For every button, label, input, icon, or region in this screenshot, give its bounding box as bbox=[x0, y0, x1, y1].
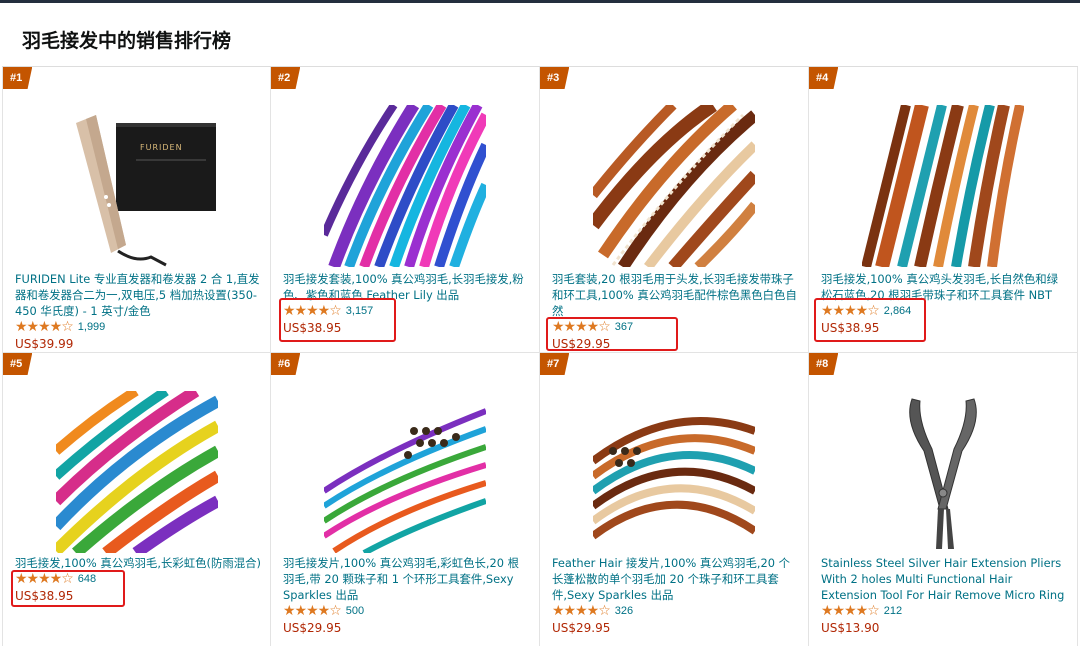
product-image-feathers-beads[interactable] bbox=[324, 391, 486, 553]
price: US$13.90 bbox=[821, 621, 880, 635]
product-title-link[interactable]: 羽毛套装,20 根羽毛用于头发,长羽毛接发带珠子和环工具,100% 真公鸡羽毛配… bbox=[552, 271, 798, 319]
product-image-feathers[interactable] bbox=[862, 105, 1024, 267]
price: US$39.99 bbox=[15, 337, 74, 351]
price: US$29.95 bbox=[283, 621, 342, 635]
product-card[interactable]: #6 羽毛接发片,100% 真公鸡羽毛,彩虹色长,20 根羽毛,带 20 颗珠子… bbox=[271, 353, 540, 646]
star-rating-icon: ★★★★☆ bbox=[15, 319, 74, 335]
rank-badge: #7 bbox=[540, 353, 570, 375]
review-count[interactable]: 500 bbox=[346, 605, 364, 617]
review-count[interactable]: 212 bbox=[884, 605, 902, 617]
highlight-box bbox=[814, 298, 926, 342]
review-count[interactable]: 326 bbox=[615, 605, 633, 617]
product-card[interactable]: #3 羽毛套装,20 根羽毛用于头发,长羽毛接发带珠子和环工具,100% 真公鸡… bbox=[540, 67, 809, 353]
product-title-link[interactable]: Stainless Steel Silver Hair Extension Pl… bbox=[821, 555, 1067, 603]
rank-badge: #2 bbox=[271, 67, 301, 89]
product-image-feathers[interactable] bbox=[55, 391, 218, 553]
product-title-link[interactable]: Feather Hair 接发片,100% 真公鸡羽毛,20 个长蓬松散的单个羽… bbox=[552, 555, 798, 603]
rank-badge: #8 bbox=[809, 353, 839, 375]
rank-badge: #3 bbox=[540, 67, 570, 89]
product-card[interactable]: #8 Stainless Steel Silver Hair Extension… bbox=[809, 353, 1078, 646]
rating[interactable]: ★★★★☆ 1,999 bbox=[15, 319, 105, 335]
price: US$29.95 bbox=[552, 621, 611, 635]
product-card[interactable]: #1 FURIDEN FURIDEN Lite 专业直发器和卷发器 2 合 1,… bbox=[2, 67, 271, 353]
star-rating-icon: ★★★★☆ bbox=[821, 603, 880, 619]
review-count[interactable]: 1,999 bbox=[78, 321, 106, 333]
product-card[interactable]: #7 Feather Hair 接发片,100% 真公鸡羽毛,20 个长蓬松散的… bbox=[540, 353, 809, 646]
rank-badge: #5 bbox=[3, 353, 33, 375]
rating[interactable]: ★★★★☆ 500 bbox=[283, 603, 364, 619]
highlight-box bbox=[11, 570, 125, 607]
rank-badge: #4 bbox=[809, 67, 839, 89]
product-grid: #1 FURIDEN FURIDEN Lite 专业直发器和卷发器 2 合 1,… bbox=[2, 66, 1078, 646]
product-image-feathers[interactable] bbox=[324, 105, 486, 267]
rating[interactable]: ★★★★☆ 212 bbox=[821, 603, 902, 619]
product-image-flat-iron[interactable]: FURIDEN bbox=[56, 105, 218, 267]
product-image-pliers[interactable] bbox=[862, 391, 1024, 553]
rank-badge: #1 bbox=[3, 67, 33, 89]
rank-badge: #6 bbox=[271, 353, 301, 375]
product-title-link[interactable]: 羽毛接发片,100% 真公鸡羽毛,彩虹色长,20 根羽毛,带 20 颗珠子和 1… bbox=[283, 555, 529, 603]
star-rating-icon: ★★★★☆ bbox=[552, 603, 611, 619]
product-image-feathers[interactable] bbox=[593, 105, 755, 267]
product-title-link[interactable]: FURIDEN Lite 专业直发器和卷发器 2 合 1,直发器和卷发器合二为一… bbox=[15, 271, 261, 319]
product-title-link[interactable]: 羽毛接发,100% 真公鸡羽毛,长彩虹色(防雨混合) bbox=[15, 555, 261, 571]
product-image-feathers-beads[interactable] bbox=[593, 391, 755, 553]
top-border bbox=[0, 0, 1080, 3]
star-rating-icon: ★★★★☆ bbox=[283, 603, 342, 619]
page-title: 羽毛接发中的销售排行榜 bbox=[22, 30, 232, 52]
highlight-box bbox=[279, 298, 396, 342]
highlight-box bbox=[546, 317, 678, 351]
rating[interactable]: ★★★★☆ 326 bbox=[552, 603, 633, 619]
svg-text:FURIDEN: FURIDEN bbox=[140, 143, 183, 152]
